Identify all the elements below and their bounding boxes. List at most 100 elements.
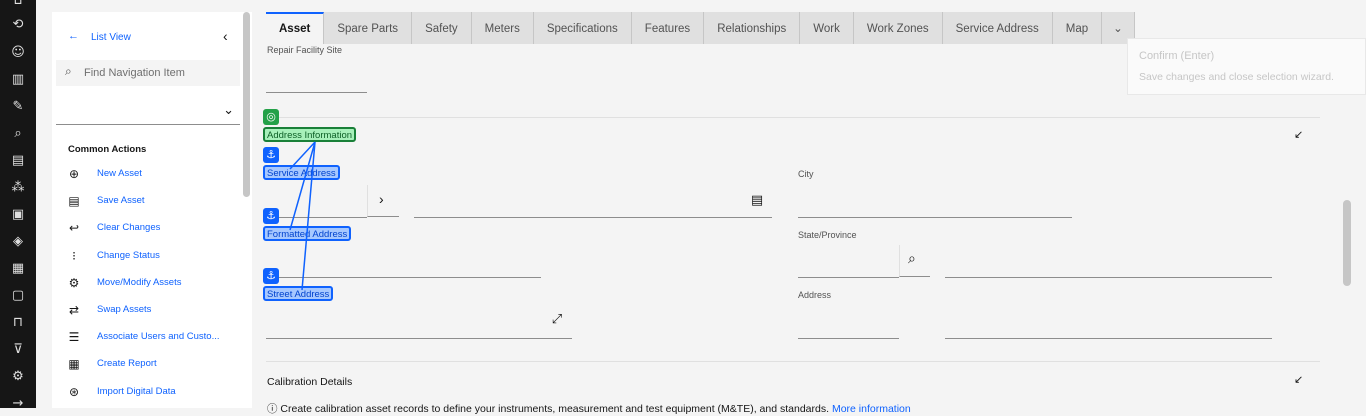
state-description-field[interactable]: [945, 277, 1272, 278]
calibration-note: ⓘ Create calibration asset records to de…: [267, 401, 911, 416]
action-item[interactable]: ▦ Create Report: [52, 354, 242, 374]
save-icon: ▤: [68, 194, 80, 209]
collapse-section-icon-2[interactable]: ↙: [1294, 373, 1303, 386]
network-icon[interactable]: ⁂: [8, 179, 28, 197]
state-lookup-button[interactable]: ⌕: [899, 245, 930, 277]
move-icon: ⚙: [68, 275, 80, 290]
action-label: Move/Modify Assets: [97, 276, 182, 288]
action-item[interactable]: ⁝ Change Status: [52, 246, 242, 266]
assets-icon[interactable]: ▣: [8, 206, 28, 224]
navigation-panel: ← List View ‹ ⌕ Find Navigation Item ⌄ C…: [52, 12, 252, 408]
repair-facility-label: Repair Facility Site: [267, 45, 343, 55]
repair-facility-field[interactable]: [266, 92, 367, 93]
address-label: Address: [798, 290, 832, 300]
info-icon: ⓘ: [267, 403, 281, 415]
street-address-field[interactable]: [266, 338, 572, 339]
action-label: Swap Assets: [97, 304, 152, 315]
tab-meters[interactable]: Meters: [471, 12, 534, 44]
divider: [266, 117, 1320, 118]
shield-icon[interactable]: ◈: [8, 233, 28, 251]
record-tabs: Asset Spare Parts Safety Meters Specificatio…: [266, 12, 1135, 44]
action-item[interactable]: ⊕ New Asset: [52, 164, 242, 184]
search-icon: ⌕: [65, 64, 72, 78]
action-item[interactable]: ▤ Save Asset: [52, 191, 242, 211]
tab-service-address[interactable]: Service Address: [942, 12, 1053, 44]
detail-menu-icon[interactable]: ▤: [749, 193, 765, 208]
expand-icon[interactable]: ⤢: [549, 312, 565, 327]
report-icon: ▦: [68, 357, 80, 372]
action-label: Clear Changes: [97, 222, 161, 234]
tab-asset[interactable]: Asset: [266, 12, 325, 44]
city-field[interactable]: [798, 217, 1072, 218]
import-icon: ⊛: [68, 384, 80, 399]
main-scrollbar[interactable]: [1343, 200, 1351, 286]
action-item[interactable]: ⊛ Import Digital Data: [52, 382, 242, 402]
tab-relationships[interactable]: Relationships: [704, 12, 801, 44]
address-description-field[interactable]: [945, 338, 1272, 339]
tooltip-text: Save changes and close selection wizard.: [1139, 71, 1334, 83]
tools-icon[interactable]: ✎: [8, 98, 28, 116]
search-doc-icon[interactable]: ▢: [8, 287, 28, 305]
tab-specifications[interactable]: Specifications: [533, 12, 632, 44]
clipboard-icon[interactable]: ▤: [8, 152, 28, 170]
service-address-description-field[interactable]: [414, 217, 772, 218]
collapse-section-icon[interactable]: ↙: [1294, 128, 1303, 141]
common-actions-heading: Common Actions: [68, 144, 147, 155]
undo-icon: ↩: [68, 221, 80, 236]
action-label: Import Digital Data: [97, 385, 176, 397]
target-icon: ◎: [263, 109, 279, 125]
nav-scrollbar[interactable]: [243, 12, 250, 197]
service-address-next-button[interactable]: ›: [367, 185, 399, 217]
address-field[interactable]: [798, 338, 899, 339]
more-icon[interactable]: →: [8, 395, 28, 413]
lock-icon[interactable]: ⊓: [8, 314, 28, 332]
tab-map[interactable]: Map: [1052, 12, 1103, 44]
document-icon[interactable]: ▦: [8, 260, 28, 278]
tab-spare-parts[interactable]: Spare Parts: [324, 12, 413, 44]
action-label: Save Asset: [97, 195, 145, 207]
tooltip-title: Confirm (Enter): [1139, 50, 1215, 62]
state-province-field[interactable]: [798, 277, 899, 278]
search-icon-2: ⌕: [908, 251, 916, 267]
tab-work-zones[interactable]: Work Zones: [853, 12, 943, 44]
list-view-link[interactable]: List View: [91, 32, 131, 43]
state-province-label: State/Province: [798, 230, 857, 240]
nav-dropdown[interactable]: ⌄: [56, 99, 240, 125]
chevron-right-icon: ›: [379, 191, 384, 207]
inspect-icon[interactable]: ⌕: [8, 125, 28, 143]
history-icon[interactable]: ⟲: [8, 16, 28, 34]
action-label: Create Report: [97, 358, 157, 370]
action-item[interactable]: ↩ Clear Changes: [52, 218, 242, 238]
action-label: Associate Users and Custo...: [97, 331, 220, 343]
chevron-down-icon: ⌄: [223, 103, 234, 118]
collapse-icon[interactable]: ‹: [223, 28, 228, 44]
connector-lines: [289, 141, 316, 291]
action-item[interactable]: ⚙ Move/Modify Assets: [52, 273, 242, 293]
user-check-icon[interactable]: ☺: [8, 44, 28, 62]
tab-features[interactable]: Features: [631, 12, 705, 44]
app-rail: ⌂ ⟲ ☺ ▥ ✎ ⌕ ▤ ⁂ ▣ ◈ ▦ ▢ ⊓ ⊽ ⚙ →: [0, 0, 36, 411]
divider-2: [266, 361, 1320, 362]
action-item[interactable]: ⇄ Swap Assets: [52, 300, 242, 320]
action-label: New Asset: [97, 168, 142, 179]
more-information-link[interactable]: More information: [832, 403, 911, 415]
swap-icon: ⇄: [68, 303, 80, 317]
back-arrow-icon[interactable]: ←: [68, 30, 79, 42]
confirm-tooltip: Confirm (Enter) Save changes and close s…: [1127, 38, 1366, 95]
calibration-details-heading: Calibration Details: [267, 376, 353, 388]
tab-safety[interactable]: Safety: [412, 12, 472, 44]
action-item[interactable]: ☰ Associate Users and Custo...: [52, 327, 242, 347]
analytics-icon[interactable]: ▥: [8, 71, 28, 89]
city-label: City: [798, 169, 814, 179]
search-placeholder: Find Navigation Item: [84, 67, 185, 79]
nav-search-input[interactable]: ⌕ Find Navigation Item: [56, 60, 240, 86]
ai-icon[interactable]: ⚙: [8, 368, 28, 386]
tab-work[interactable]: Work: [800, 12, 854, 44]
action-label: Change Status: [97, 249, 160, 261]
home-icon[interactable]: ⌂: [8, 0, 28, 10]
cart-icon[interactable]: ⊽: [8, 341, 28, 359]
users-icon: ☰: [68, 330, 80, 345]
add-circle-icon: ⊕: [68, 167, 80, 181]
calibration-note-text: Create calibration asset records to defi…: [280, 403, 830, 415]
status-icon: ⁝: [72, 248, 76, 263]
